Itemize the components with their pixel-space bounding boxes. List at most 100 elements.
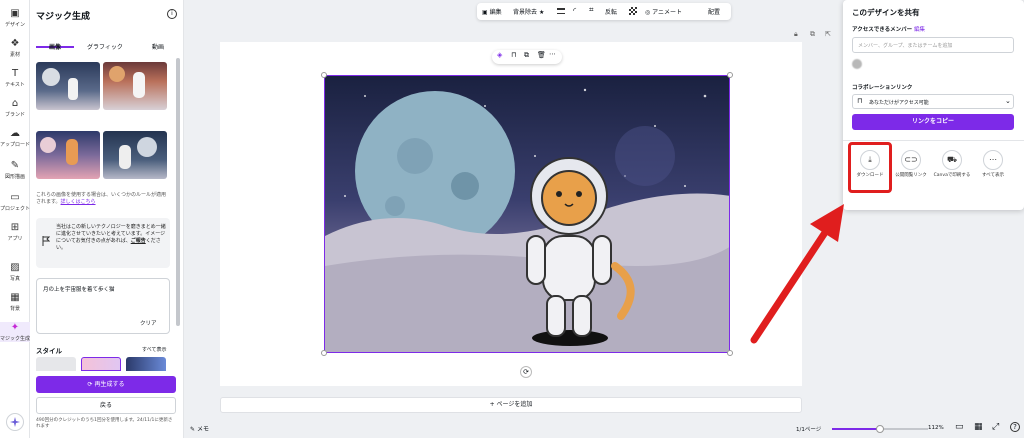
photo-icon: ▨ (10, 262, 20, 273)
bottom-bar: ✎ メモ 1/1ページ 112% ▭ ▦ ⤢ ? (184, 420, 1024, 438)
edit-button[interactable]: ▣ 編集 (482, 7, 502, 16)
copy-link-button[interactable]: リンクをコピー (852, 114, 1014, 130)
share-action-label: 公開閲覧リンク (895, 173, 927, 178)
result-thumbnail-2[interactable] (103, 62, 167, 110)
duplicate-page-icon[interactable]: ⧉ (810, 30, 815, 39)
help-icon[interactable]: ? (1010, 422, 1020, 432)
resize-handle-br[interactable] (727, 350, 733, 356)
rail-label: プロジェクト (0, 206, 31, 212)
learn-more-link[interactable]: 詳しくはこちら (61, 199, 96, 205)
result-thumbnail-3[interactable] (36, 131, 100, 179)
generated-image[interactable] (324, 75, 730, 353)
usage-notice: これらの画像を使用する場合は、いくつかのルールが適用されます。詳しくはこちら (36, 192, 167, 205)
line-weight-icon[interactable] (557, 8, 565, 14)
rail-item-0[interactable]: ▣ デザイン (0, 8, 30, 28)
style-option-2[interactable] (81, 357, 121, 371)
moon-cat-illustration (325, 88, 729, 352)
owner-avatar (852, 59, 862, 69)
resize-handle-tl[interactable] (321, 72, 327, 78)
sparkle-icon (10, 417, 20, 427)
bg-remove-button[interactable]: 背景除去 ★ (513, 7, 544, 16)
corner-radius-icon[interactable]: ◜ (573, 6, 576, 15)
zoom-slider-knob[interactable] (876, 425, 884, 433)
design-page[interactable]: ◈ ⊓ ⧉ 🗑︎ ⋯ ⟳ (220, 42, 802, 386)
result-thumbnail-4[interactable] (103, 131, 167, 179)
share-action-2[interactable]: ⛟ Canvaで印刷する (933, 148, 971, 192)
edit-access-link[interactable]: 編集 (914, 27, 925, 33)
resize-handle-bl[interactable] (321, 350, 327, 356)
info-icon[interactable]: i (167, 9, 177, 19)
page-view-icon[interactable]: ▭ (955, 422, 964, 432)
tab-video[interactable]: 動画 (138, 34, 178, 51)
add-page-button[interactable]: + ページを追加 (220, 397, 802, 413)
background-icon: ▦ (10, 292, 20, 303)
trash-icon[interactable]: 🗑︎ (537, 51, 546, 59)
lock-icon-small: ⊓ (857, 97, 863, 105)
crop-icon[interactable]: ⌗ (589, 5, 594, 15)
style-option-3[interactable] (126, 357, 166, 371)
transparency-icon[interactable] (629, 7, 637, 15)
rail-item-4[interactable]: ☁ アップロード (0, 128, 30, 148)
rail-label: アプリ (7, 236, 23, 242)
resize-handle-tr[interactable] (727, 72, 733, 78)
lock-icon[interactable]: ⊓ (511, 51, 516, 59)
access-select[interactable]: ⊓ あなただけがアクセス可能 ⌄ (852, 94, 1014, 109)
rail-item-10[interactable]: ✦ マジック生成 (0, 322, 30, 342)
download-highlight (848, 142, 892, 193)
duplicate-icon[interactable]: ⧉ (524, 51, 529, 60)
lock-page-icon[interactable]: 🔒︎ (794, 30, 798, 39)
rail-label: 背景 (9, 306, 20, 312)
upload-icon: ☁ (10, 128, 20, 139)
crown-icon: ★ (538, 9, 545, 16)
report-link[interactable]: ご報告 (131, 238, 146, 244)
access-label: アクセスできるメンバー 編集 (852, 27, 926, 33)
rail-item-1[interactable]: ❖ 素材 (0, 38, 30, 58)
rail-label: デザイン (4, 22, 25, 28)
tab-graphic[interactable]: グラフィック (80, 34, 130, 51)
rail-item-5[interactable]: ✎ 図形描画 (0, 160, 30, 180)
tab-image[interactable]: 画像 (36, 34, 74, 51)
style-option-1[interactable] (36, 357, 76, 371)
panel-scrollbar[interactable] (176, 58, 180, 326)
rail-item-3[interactable]: ⌂ ブランド (0, 98, 30, 118)
zoom-level[interactable]: 112% (928, 425, 944, 431)
magic-edit-icon[interactable]: ◈ (497, 51, 502, 59)
clear-button[interactable]: クリア (140, 319, 157, 327)
more-icon: ⋯ (983, 150, 1003, 170)
grid-view-icon[interactable]: ▦ (974, 422, 983, 432)
share-panel: このデザインを共有 アクセスできるメンバー 編集 メンバー、グループ、またはチー… (843, 0, 1024, 210)
rail-label: マジック生成 (0, 336, 31, 342)
more-options-icon[interactable]: ⋯ (549, 50, 556, 58)
result-thumbnail-1[interactable] (36, 62, 100, 110)
share-action-3[interactable]: ⋯ すべて表示 (974, 148, 1012, 192)
fullscreen-icon[interactable]: ⤢ (992, 422, 999, 432)
element-toolbar: ◈ ⊓ ⧉ 🗑︎ ⋯ (492, 50, 562, 64)
animate-button[interactable]: ◎ アニメート (645, 7, 682, 16)
add-page-corner-icon[interactable]: ⇱ (825, 30, 831, 38)
prompt-input[interactable]: 月の上を宇宙服を着て歩く猫 クリア (36, 278, 170, 334)
style-see-all-link[interactable]: すべて表示 (142, 346, 166, 353)
edit-image-icon: ▣ (482, 9, 488, 16)
rail-item-9[interactable]: ▦ 背景 (0, 292, 30, 312)
draw-icon: ✎ (10, 160, 20, 171)
left-rail: ▣ デザイン ❖ 素材 T テキスト ⌂ ブランド ☁ アップロード ✎ 図形描画 ▭ プロジェクト ⊞ アプ… (0, 0, 30, 438)
rail-item-2[interactable]: T テキスト (0, 68, 30, 88)
share-action-label: Canvaで印刷する (933, 173, 971, 178)
magic-assistant-button[interactable] (6, 413, 24, 431)
arrange-button[interactable]: 配置 (708, 7, 720, 16)
rail-item-7[interactable]: ⊞ アプリ (0, 222, 30, 242)
rail-item-6[interactable]: ▭ プロジェクト (0, 192, 30, 212)
member-input[interactable]: メンバー、グループ、またはチームを追加 (852, 37, 1014, 53)
share-title: このデザインを共有 (852, 8, 920, 17)
notes-button[interactable]: ✎ メモ (190, 424, 209, 433)
regenerate-button[interactable]: ⟳ 再生成する (36, 376, 176, 393)
flip-button[interactable]: 反転 (605, 7, 617, 16)
share-action-1[interactable]: ⊂⊃ 公開閲覧リンク (892, 148, 930, 192)
back-button[interactable]: 戻る (36, 397, 176, 414)
rotate-handle[interactable]: ⟳ (520, 366, 532, 378)
zoom-slider[interactable] (832, 425, 928, 433)
page-indicator[interactable]: 1/1ページ (796, 425, 821, 433)
flag-icon (42, 236, 50, 246)
rail-item-8[interactable]: ▨ 写真 (0, 262, 30, 282)
credits-text: 490回分のクレジットのうち1回分を使用します。24/11/1に更新されます (36, 418, 173, 429)
